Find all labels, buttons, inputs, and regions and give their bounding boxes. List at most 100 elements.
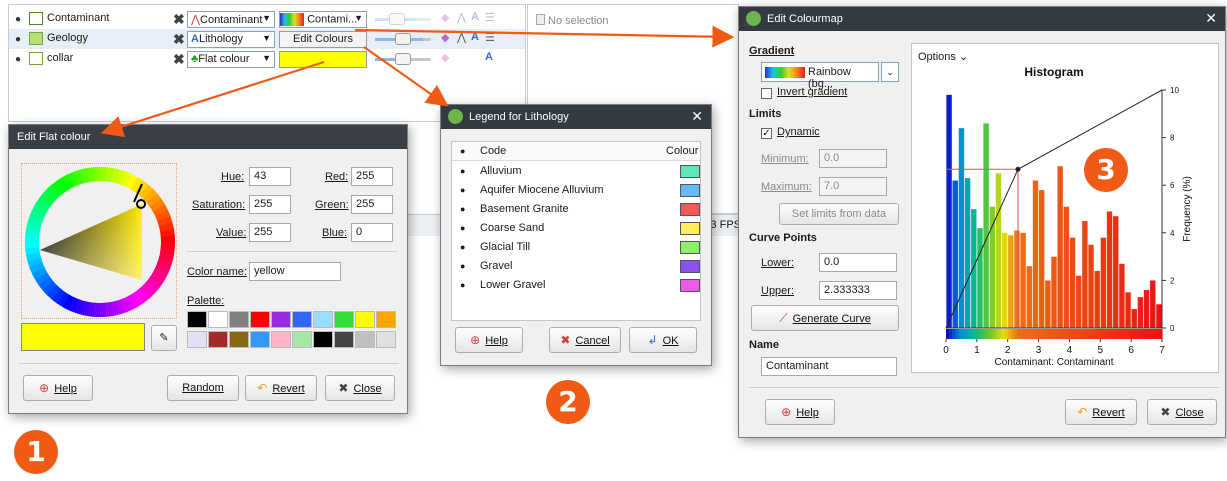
legend-colour-chip[interactable]: [680, 260, 700, 273]
tree-row-collar[interactable]: ● collar ✖ ♣Flat colour ▼ ◆ A: [9, 49, 525, 69]
palette-swatch[interactable]: [250, 311, 270, 328]
palette-swatch[interactable]: [313, 311, 333, 328]
eye-icon[interactable]: ●: [460, 242, 465, 252]
style-dropdown[interactable]: ♣Flat colour ▼: [187, 51, 275, 68]
tree-row-contaminant[interactable]: ● Contaminant ✖ ⋀Contaminant ▼ Contami...…: [9, 9, 525, 29]
eye-icon[interactable]: ●: [460, 223, 465, 233]
remove-icon[interactable]: ✖: [173, 11, 185, 28]
random-button[interactable]: Random: [167, 375, 239, 401]
display-icon[interactable]: ◆: [441, 31, 449, 44]
gradient-dropdown-button[interactable]: ⌄: [881, 62, 899, 82]
palette-swatch[interactable]: [334, 311, 354, 328]
properties-icon[interactable]: ☰: [485, 31, 495, 44]
edit-colours-button[interactable]: Edit Colours: [279, 31, 367, 48]
palette-swatch[interactable]: [376, 311, 396, 328]
label-icon[interactable]: A: [485, 51, 493, 63]
palette-swatch[interactable]: [187, 331, 207, 348]
colour-name-input[interactable]: yellow: [249, 262, 341, 281]
legend-row[interactable]: ● Alluvium: [452, 162, 700, 181]
close-icon[interactable]: ✕: [691, 108, 703, 125]
revert-button[interactable]: ↶ Revert: [245, 375, 317, 401]
saturation-input[interactable]: 255: [249, 195, 291, 214]
label-icon[interactable]: A: [471, 11, 479, 23]
eye-icon[interactable]: ●: [15, 14, 21, 25]
legend-row[interactable]: ● Glacial Till: [452, 238, 700, 257]
palette-swatch[interactable]: [355, 311, 375, 328]
eye-icon[interactable]: ●: [460, 166, 465, 176]
shading-icon[interactable]: ⋀: [457, 11, 466, 24]
cancel-button[interactable]: ✖ Cancel: [549, 327, 621, 353]
options-menu[interactable]: Options ⌄: [918, 50, 968, 63]
green-input[interactable]: 255: [351, 195, 393, 214]
colourmap-dropdown[interactable]: Contami... ▼: [279, 11, 367, 28]
legend-colour-chip[interactable]: [680, 279, 700, 292]
palette-swatch[interactable]: [292, 311, 312, 328]
remove-icon[interactable]: ✖: [173, 51, 185, 68]
opacity-slider[interactable]: [375, 53, 431, 65]
palette-swatch[interactable]: [271, 331, 291, 348]
legend-colour-chip[interactable]: [680, 203, 700, 216]
dynamic-checkbox[interactable]: ✓: [761, 128, 772, 139]
histogram-chart[interactable]: Histogram 0 1 2 3 4 5 6 7 0 2 4 6 8 10 Contaminant: Con…: [912, 44, 1218, 372]
palette-swatch[interactable]: [334, 331, 354, 348]
opacity-slider[interactable]: [375, 33, 431, 45]
blue-input[interactable]: 0: [351, 223, 393, 242]
upper-input[interactable]: 2.333333: [819, 281, 897, 300]
display-icon[interactable]: ◆: [441, 11, 449, 24]
opacity-slider[interactable]: [375, 13, 431, 25]
label-icon[interactable]: A: [471, 31, 479, 43]
eye-icon[interactable]: ●: [460, 261, 465, 271]
palette-swatch[interactable]: [355, 331, 375, 348]
ok-button[interactable]: ↲ OK: [629, 327, 697, 353]
eyedropper-button[interactable]: ✎: [151, 325, 177, 351]
maximum-input[interactable]: 7.0: [819, 177, 887, 196]
flat-colour-swatch[interactable]: [279, 51, 367, 68]
close-button[interactable]: ✖ Close: [325, 375, 395, 401]
legend-row[interactable]: ● Gravel: [452, 257, 700, 276]
tree-row-geology[interactable]: ● Geology ✖ ALithology ▼ Edit Colours ◆ ⋀…: [9, 29, 525, 49]
palette-swatch[interactable]: [292, 331, 312, 348]
shading-icon[interactable]: ⋀: [457, 31, 466, 44]
palette-swatch[interactable]: [313, 331, 333, 348]
palette-swatch[interactable]: [208, 331, 228, 348]
legend-row[interactable]: ● Coarse Sand: [452, 219, 700, 238]
palette-swatch[interactable]: [376, 331, 396, 348]
eye-icon[interactable]: ●: [15, 34, 21, 45]
palette-swatch[interactable]: [229, 311, 249, 328]
palette-swatch[interactable]: [187, 311, 207, 328]
eye-icon[interactable]: ●: [460, 185, 465, 195]
display-icon[interactable]: ◆: [441, 51, 449, 64]
palette-swatch[interactable]: [250, 331, 270, 348]
palette-swatch[interactable]: [271, 311, 291, 328]
legend-row[interactable]: ● Aquifer Miocene Alluvium: [452, 181, 700, 200]
hue-input[interactable]: 43: [249, 167, 291, 186]
red-input[interactable]: 255: [351, 167, 393, 186]
help-button[interactable]: ⊕ Help: [23, 375, 93, 401]
gradient-dropdown[interactable]: Rainbow (bg...: [761, 62, 879, 90]
invert-gradient-checkbox[interactable]: [761, 88, 772, 99]
eye-icon[interactable]: ●: [460, 204, 465, 214]
generate-curve-button[interactable]: ⟋ Generate Curve: [751, 305, 899, 331]
remove-icon[interactable]: ✖: [173, 31, 185, 48]
close-button[interactable]: ✖ Close: [1147, 399, 1217, 425]
value-input[interactable]: 255: [249, 223, 291, 242]
legend-row[interactable]: ● Lower Gravel: [452, 276, 700, 295]
minimum-input[interactable]: 0.0: [819, 149, 887, 168]
legend-colour-chip[interactable]: [680, 222, 700, 235]
help-button[interactable]: ⊕ Help: [455, 327, 523, 353]
style-dropdown[interactable]: ⋀Contaminant ▼: [187, 11, 275, 28]
colour-wheel-area[interactable]: [21, 163, 177, 319]
legend-colour-chip[interactable]: [680, 184, 700, 197]
legend-colour-chip[interactable]: [680, 165, 700, 178]
name-input[interactable]: Contaminant: [761, 357, 897, 376]
palette-swatch[interactable]: [208, 311, 228, 328]
revert-button[interactable]: ↶ Revert: [1065, 399, 1137, 425]
legend-colour-chip[interactable]: [680, 241, 700, 254]
palette-swatch[interactable]: [229, 331, 249, 348]
lower-input[interactable]: 0.0: [819, 253, 897, 272]
help-button[interactable]: ⊕ Help: [765, 399, 835, 425]
legend-row[interactable]: ● Basement Granite: [452, 200, 700, 219]
style-dropdown[interactable]: ALithology ▼: [187, 31, 275, 48]
eye-icon[interactable]: ●: [15, 54, 21, 65]
properties-icon[interactable]: ☰: [485, 11, 495, 24]
